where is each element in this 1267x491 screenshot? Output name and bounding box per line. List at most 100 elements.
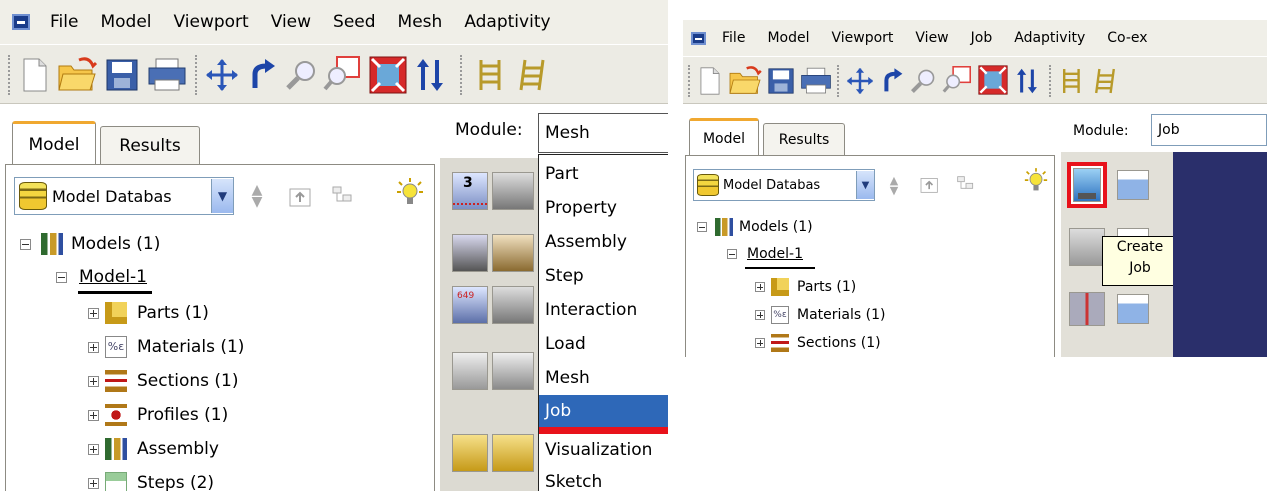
assign-stack-icon[interactable]	[452, 434, 488, 472]
menu-viewport[interactable]: Viewport	[174, 12, 249, 32]
seed-part-icon[interactable]: 3	[452, 172, 488, 210]
expand-icon[interactable]	[755, 310, 765, 320]
module-option-visualization[interactable]: Visualization	[539, 434, 668, 466]
mesh-part-icon[interactable]: 649	[452, 286, 488, 324]
save-icon[interactable]	[104, 57, 140, 93]
save-icon[interactable]	[767, 65, 795, 97]
collapse-icon[interactable]	[20, 238, 31, 250]
menu-mesh[interactable]: Mesh	[398, 12, 443, 32]
rotate-icon[interactable]	[879, 65, 905, 97]
tree-row-sections[interactable]: Sections (1)	[755, 334, 881, 352]
mesh-controls-icon[interactable]	[452, 234, 488, 272]
cycle-views-icon[interactable]	[1013, 65, 1041, 97]
tab-model[interactable]: Model	[12, 121, 96, 165]
mesh-display-alt-icon[interactable]	[514, 57, 550, 93]
expand-tree-icon[interactable]	[288, 184, 314, 210]
tree-row-parts[interactable]: Parts (1)	[755, 278, 856, 296]
mesh-display-alt-icon[interactable]	[1091, 65, 1119, 97]
tree-row-profiles[interactable]: Profiles (1)	[88, 404, 228, 426]
module-option-load[interactable]: Load	[539, 327, 668, 361]
element-type-icon[interactable]	[492, 234, 534, 272]
auto-fit-icon[interactable]	[977, 63, 1009, 97]
module-option-job[interactable]: Job	[539, 395, 668, 427]
app-icon[interactable]	[691, 31, 706, 45]
pan-icon[interactable]	[204, 57, 240, 93]
new-file-icon[interactable]	[20, 57, 50, 93]
pan-icon[interactable]	[845, 65, 875, 97]
expand-icon[interactable]	[88, 443, 99, 455]
module-option-mesh[interactable]: Mesh	[539, 361, 668, 395]
menu-adaptivity[interactable]: Adaptivity	[464, 12, 550, 32]
model-database-combo[interactable]: Model Databas ▼	[693, 169, 875, 201]
auto-fit-icon[interactable]	[368, 55, 408, 95]
filter-tree-icon[interactable]	[330, 184, 356, 210]
tab-model[interactable]: Model	[689, 118, 759, 156]
menu-model[interactable]: Model	[100, 12, 151, 32]
expand-icon[interactable]	[88, 477, 99, 489]
expand-icon[interactable]	[88, 375, 99, 387]
tree-row-materials[interactable]: %ε Materials (1)	[755, 306, 885, 324]
expand-icon[interactable]	[88, 409, 99, 421]
menu-seed[interactable]: Seed	[333, 12, 376, 32]
expand-icon[interactable]	[755, 282, 765, 292]
chevron-down-icon[interactable]: ▼	[856, 171, 874, 199]
adaptivity-process-icon[interactable]	[1069, 292, 1105, 326]
zoom-icon[interactable]	[909, 65, 937, 97]
expand-icon[interactable]	[88, 341, 99, 353]
expand-tree-icon[interactable]	[919, 174, 941, 196]
open-folder-icon[interactable]	[56, 55, 98, 93]
mesh-manager-icon[interactable]	[492, 352, 534, 390]
tree-row-parts[interactable]: Parts (1)	[88, 302, 209, 324]
lightbulb-icon[interactable]	[395, 176, 425, 210]
menu-adaptivity[interactable]: Adaptivity	[1014, 30, 1085, 46]
optimization-icon[interactable]	[1069, 228, 1105, 266]
menu-job[interactable]: Job	[971, 30, 993, 46]
create-job-icon[interactable]	[1073, 168, 1101, 202]
menu-viewport[interactable]: Viewport	[831, 30, 893, 46]
tree-row-models[interactable]: Models (1)	[697, 218, 813, 236]
menu-view[interactable]: View	[271, 12, 311, 32]
expand-icon[interactable]	[755, 338, 765, 348]
tab-results[interactable]: Results	[763, 123, 845, 156]
rotate-icon[interactable]	[246, 57, 278, 93]
tree-row-materials[interactable]: %ε Materials (1)	[88, 336, 244, 358]
mesh-edit-icon[interactable]	[452, 352, 488, 390]
module-option-sketch[interactable]: Sketch	[539, 466, 668, 491]
tree-row-model-1[interactable]: Model-1	[727, 246, 803, 262]
viewport-canvas[interactable]	[1173, 152, 1267, 357]
menu-view[interactable]: View	[915, 30, 948, 46]
mesh-display-icon[interactable]	[1059, 65, 1087, 97]
move-up-icon[interactable]: ▲ ▼	[246, 180, 268, 212]
seed-edges-icon[interactable]	[492, 172, 534, 210]
app-icon[interactable]	[12, 14, 30, 30]
adaptive-mesh-icon[interactable]	[492, 434, 534, 472]
zoom-icon[interactable]	[284, 57, 318, 93]
lightbulb-icon[interactable]	[1023, 166, 1049, 196]
module-combo[interactable]: Mesh	[538, 113, 668, 153]
verify-mesh-icon[interactable]	[492, 286, 534, 324]
tree-row-sections[interactable]: Sections (1)	[88, 370, 239, 392]
collapse-icon[interactable]	[56, 271, 67, 283]
expand-icon[interactable]	[88, 307, 99, 319]
module-option-assembly[interactable]: Assembly	[539, 225, 668, 259]
print-icon[interactable]	[799, 65, 833, 97]
box-zoom-icon[interactable]	[322, 55, 362, 93]
tree-row-models[interactable]: Models (1)	[20, 233, 160, 255]
move-up-icon[interactable]: ▲ ▼	[885, 172, 903, 200]
open-folder-icon[interactable]	[727, 63, 763, 97]
job-manager-icon[interactable]	[1117, 170, 1149, 200]
menu-model[interactable]: Model	[767, 30, 809, 46]
module-option-step[interactable]: Step	[539, 259, 668, 293]
menu-file[interactable]: File	[50, 12, 78, 32]
module-option-property[interactable]: Property	[539, 191, 668, 225]
tree-row-assembly[interactable]: Assembly	[88, 438, 219, 460]
tree-row-model-1[interactable]: Model-1	[56, 267, 147, 287]
menu-co-execution[interactable]: Co-ex	[1107, 30, 1147, 46]
menu-file[interactable]: File	[722, 30, 745, 46]
cycle-views-icon[interactable]	[412, 57, 448, 93]
box-zoom-icon[interactable]	[941, 63, 973, 97]
collapse-icon[interactable]	[727, 249, 737, 259]
collapse-icon[interactable]	[697, 222, 707, 232]
model-database-combo[interactable]: Model Databas ▼	[14, 177, 234, 215]
module-combo[interactable]: Job	[1151, 114, 1267, 146]
